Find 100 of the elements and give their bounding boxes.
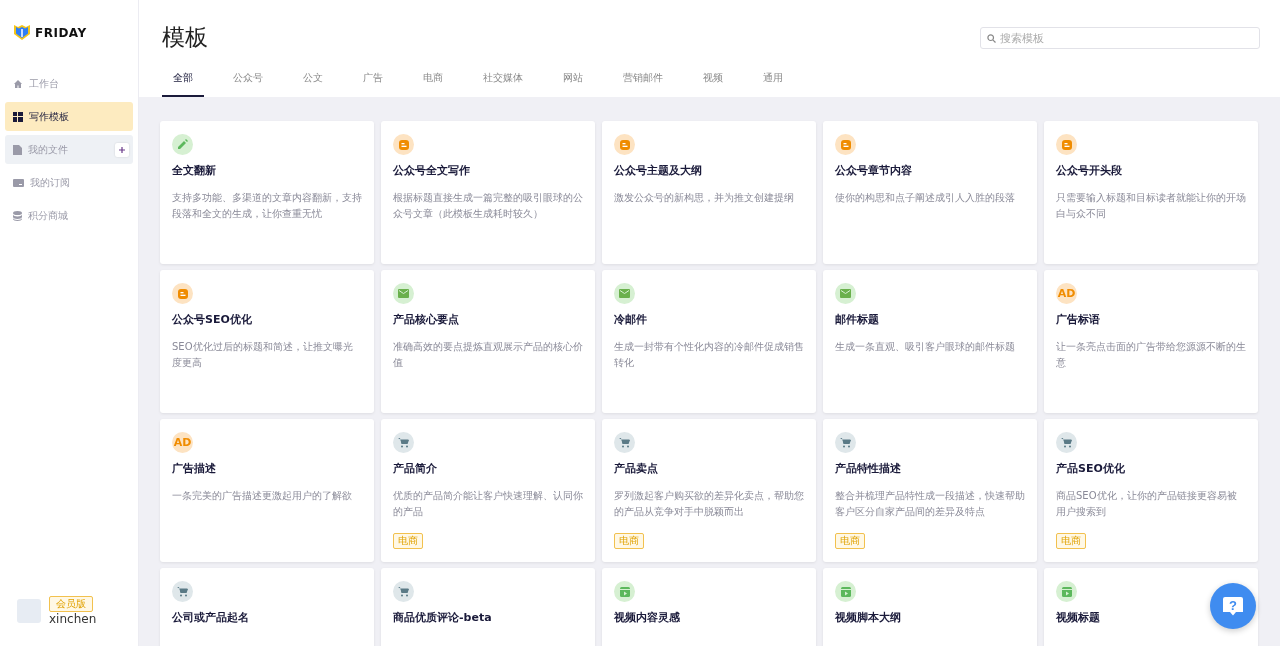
card-title: 公众号全文写作 (393, 163, 471, 178)
card-description: 生成一封带有个性化内容的冷邮件促成销售转化 (614, 340, 804, 370)
template-card[interactable]: 冷邮件 生成一封带有个性化内容的冷邮件促成销售转化 (602, 270, 816, 413)
template-card[interactable]: AD 广告标语 让一条亮点击面的广告带给您源源不断的生意 (1044, 270, 1258, 413)
card-description: 一条完美的广告描述更激起用户的了解欲 (172, 489, 353, 503)
card-title: 公众号主题及大纲 (614, 163, 703, 178)
ad-icon: AD (172, 432, 193, 453)
member-badge: 会员版 (49, 596, 93, 612)
blog-icon (614, 134, 635, 155)
page-title: 模板 (162, 23, 208, 52)
mail-icon (393, 283, 414, 304)
cart-icon (172, 581, 193, 602)
grid-icon (13, 111, 23, 122)
card-title: 公众号开头段 (1056, 163, 1123, 178)
cart-icon (1056, 432, 1077, 453)
category-tab[interactable]: 全部 (162, 71, 204, 97)
template-card[interactable]: 视频内容灵感 (602, 568, 816, 646)
category-tab[interactable]: 电商 (412, 71, 454, 97)
search-field[interactable]: 搜索模板 (980, 27, 1260, 49)
cart-icon (393, 432, 414, 453)
card-title: 公司或产品起名 (172, 610, 250, 625)
category-tag: 电商 (835, 533, 865, 549)
template-card[interactable]: 产品核心要点 准确高效的要点提炼直观展示产品的核心价值 (381, 270, 595, 413)
search-icon (987, 34, 996, 43)
card-description: 只需要输入标题和目标读者就能让你的开场白与众不同 (1056, 191, 1246, 221)
card-title: 视频脚本大纲 (835, 610, 902, 625)
category-tab[interactable]: 公文 (292, 71, 334, 97)
video-icon (614, 581, 635, 602)
template-card[interactable]: 产品SEO优化 商品SEO优化，让你的产品链接更容易被用户搜索到 电商 (1044, 419, 1258, 562)
template-card[interactable]: 产品简介 优质的产品简介能让客户快速理解、认同你的产品 电商 (381, 419, 595, 562)
card-title: 产品卖点 (614, 461, 659, 476)
card-title: 视频内容灵感 (614, 610, 681, 625)
cart-icon (393, 581, 414, 602)
template-card[interactable]: AD 广告描述 一条完美的广告描述更激起用户的了解欲 (160, 419, 374, 562)
file-icon (13, 144, 22, 155)
template-card[interactable]: 公众号开头段 只需要输入标题和目标读者就能让你的开场白与众不同 (1044, 121, 1258, 264)
card-description: 准确高效的要点提炼直观展示产品的核心价值 (393, 340, 583, 370)
brand-name: FRIDAY (35, 25, 87, 40)
blog-icon (1056, 134, 1077, 155)
user-name: xinchen (49, 612, 97, 626)
template-card[interactable]: 邮件标题 生成一条直观、吸引客户眼球的邮件标题 (823, 270, 1037, 413)
card-title: 产品简介 (393, 461, 438, 476)
template-card[interactable]: 公众号SEO优化 SEO优化过后的标题和简述，让推文曝光度更高 (160, 270, 374, 413)
pencil-icon (172, 134, 193, 155)
category-tab[interactable]: 视频 (692, 71, 734, 97)
blog-icon (835, 134, 856, 155)
blog-icon (172, 283, 193, 304)
card-description: SEO优化过后的标题和简述，让推文曝光度更高 (172, 340, 354, 370)
blog-icon (393, 134, 414, 155)
card-title: 视频标题 (1056, 610, 1101, 625)
add-button[interactable] (115, 142, 129, 157)
card-title: 产品SEO优化 (1056, 461, 1126, 476)
card-title: 产品特性描述 (835, 461, 902, 476)
card-title: 公众号SEO优化 (172, 312, 253, 327)
card-description: 商品SEO优化，让你的产品链接更容易被用户搜索到 (1056, 489, 1238, 519)
card-description: 支持多功能、多渠道的文章内容翻新，支持段落和全文的生成，让你查重无忧 (172, 191, 362, 221)
card-description: 激发公众号的新构思，并为推文创建提纲 (614, 191, 795, 205)
category-tab[interactable]: 广告 (352, 71, 394, 97)
card-description: 使你的构思和点子阐述成引人入胜的段落 (835, 191, 1016, 205)
sidebar-item[interactable]: 写作模板 (5, 102, 133, 131)
category-tab[interactable]: 通用 (752, 71, 794, 97)
card-title: 商品优质评论-beta (393, 610, 493, 625)
card-title: 邮件标题 (835, 312, 880, 327)
template-card[interactable]: 产品卖点 罗列激起客户购买欲的差异化卖点，帮助您的产品从竞争对手中脱颖而出 电商 (602, 419, 816, 562)
card-title: 公众号章节内容 (835, 163, 913, 178)
home-icon (13, 78, 23, 89)
plus-icon (119, 146, 125, 153)
card-description: 优质的产品简介能让客户快速理解、认同你的产品 (393, 489, 583, 519)
mail-icon (614, 283, 635, 304)
card-description: 整合并梳理产品特性成一段描述，快速帮助客户区分自家产品间的差异及特点 (835, 489, 1025, 519)
card-description: 让一条亮点击面的广告带给您源源不断的生意 (1056, 340, 1246, 370)
category-tab[interactable]: 社交媒体 (472, 71, 534, 97)
card-title: 广告标语 (1056, 312, 1101, 327)
coins-icon (13, 210, 22, 221)
category-tag: 电商 (393, 533, 423, 549)
ad-icon: AD (1056, 283, 1077, 304)
category-tab[interactable]: 营销邮件 (612, 71, 674, 97)
category-tag: 电商 (614, 533, 644, 549)
template-card[interactable]: 公众号主题及大纲 激发公众号的新构思，并为推文创建提纲 (602, 121, 816, 264)
video-icon (835, 581, 856, 602)
template-card[interactable]: 产品特性描述 整合并梳理产品特性成一段描述，快速帮助客户区分自家产品间的差异及特点 电商 (823, 419, 1037, 562)
card-title: 冷邮件 (614, 312, 648, 327)
template-card[interactable]: 公司或产品起名 (160, 568, 374, 646)
template-card[interactable]: 公众号章节内容 使你的构思和点子阐述成引人入胜的段落 (823, 121, 1037, 264)
category-tag: 电商 (1056, 533, 1086, 549)
card-title: 产品核心要点 (393, 312, 460, 327)
template-card[interactable]: 商品优质评论-beta (381, 568, 595, 646)
shield-logo-icon (13, 24, 31, 41)
template-card[interactable]: 全文翻新 支持多功能、多渠道的文章内容翻新，支持段落和全文的生成，让你查重无忧 (160, 121, 374, 264)
avatar (17, 599, 41, 623)
card-title: 全文翻新 (172, 163, 217, 178)
category-tab[interactable]: 网站 (552, 71, 594, 97)
cart-icon (614, 432, 635, 453)
video-icon (1056, 581, 1077, 602)
card-description: 罗列激起客户购买欲的差异化卖点，帮助您的产品从竞争对手中脱颖而出 (614, 489, 804, 519)
template-card[interactable]: 视频脚本大纲 (823, 568, 1037, 646)
template-card[interactable]: 公众号全文写作 根据标题直接生成一篇完整的吸引眼球的公众号文章（此模板生成耗时较久） (381, 121, 595, 264)
card-description: 生成一条直观、吸引客户眼球的邮件标题 (835, 340, 1016, 354)
category-tab[interactable]: 公众号 (222, 71, 274, 97)
cart-icon (835, 432, 856, 453)
